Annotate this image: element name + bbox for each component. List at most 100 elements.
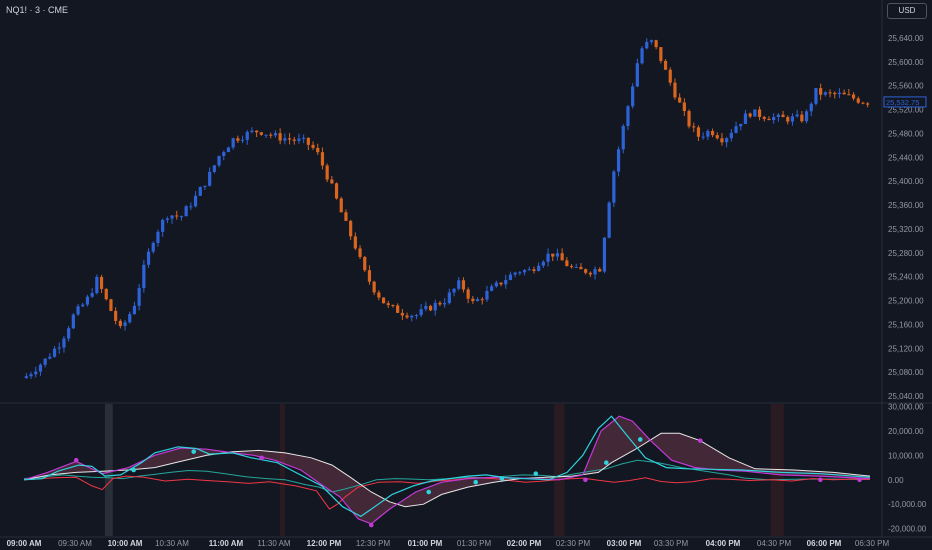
candle-body [396,305,400,313]
time-tick-label: 04:30 PM [757,539,792,548]
time-tick-label: 12:00 PM [307,539,342,548]
candle-body [588,272,592,275]
candle-body [475,299,480,302]
candle-body [786,117,790,122]
candle-body [635,63,639,87]
candle-body [560,253,564,261]
candle-body [170,215,174,219]
candle-body [428,305,433,311]
candle-body [814,88,818,104]
candle-body [504,280,508,285]
candle-body [410,315,414,318]
candle-body [325,165,329,180]
price-tick-label: 25,600.00 [888,58,924,67]
candle-body [720,138,724,143]
candle-body [494,282,498,287]
candle-body [118,320,122,327]
candle-body [743,113,748,124]
price-tick-label: 25,200.00 [888,297,924,306]
candle-body [316,147,320,153]
candle-body [184,206,188,217]
candle-body [461,280,466,290]
candle-body [541,261,545,266]
candle-body [668,69,672,83]
candle-body [866,103,870,105]
candle-body [353,236,357,249]
candle-body [349,220,353,237]
candle-body [363,256,367,271]
candle-body [457,280,461,289]
candle-body [654,40,658,48]
indicator-signal-dot [131,467,136,473]
indicator-signal-dot [259,455,264,461]
candle-body [109,299,113,311]
indicator-signal-dot [426,489,432,495]
candle-body [24,376,28,379]
candle-body [452,288,456,293]
indicator-signal-dot [73,457,79,463]
price-tick-label: 25,280.00 [888,249,924,258]
candle-body [189,206,193,208]
price-tick-label: 25,160.00 [888,320,924,329]
candle-body [433,302,437,311]
candle-body [626,106,630,127]
chart-root: 25,040.00 25,080.00 25,120.00 25,160.00 25,2… [0,0,932,550]
candle-body [757,109,762,118]
candle-body [856,98,860,103]
candle-body [259,132,263,135]
candle-body [377,292,381,298]
time-tick-label: 12:30 PM [356,539,391,548]
indicator-signal-dot [191,449,197,454]
candle-body [381,297,386,304]
candle-body [447,292,451,304]
candle-body [165,218,169,220]
candle-body [565,260,569,267]
candle-body [151,242,155,252]
indicator-signal-dot [637,437,643,442]
candle-body [847,94,851,96]
candle-body [137,288,141,306]
candle-body [438,302,442,305]
time-tick-label: 03:00 PM [607,539,642,548]
candle-body [602,237,607,272]
candle-body [649,40,654,42]
time-tick-label: 02:30 PM [556,539,591,548]
candle-body [701,136,705,138]
time-tick-label: 03:30 PM [654,539,689,548]
candle-body [739,123,743,127]
indicator-signal-dot [368,522,374,528]
candle-body [29,374,33,377]
candle-body [522,270,527,273]
candle-body [579,266,583,270]
candle-body [372,281,376,293]
candle-body [400,312,404,316]
candle-body [513,272,517,275]
candle-body [320,152,325,166]
candle-body [245,131,249,140]
candle-body [485,290,489,300]
candle-body [800,114,804,122]
candle-body [339,198,343,213]
symbol-label[interactable]: NQ1! · 3 · CME [6,5,68,15]
candle-body [687,111,691,127]
indicator-signal-dot [533,471,539,476]
candle-body [212,165,216,172]
indicator-tick-label: 30,000.00 [888,402,924,411]
currency-button[interactable]: USD [887,3,927,19]
candle-body [302,137,306,139]
candle-body [57,347,61,349]
candle-body [48,356,52,359]
candle-body [203,185,207,188]
candle-body [99,276,104,289]
indicator-signal-dot [857,477,862,483]
candle-body [43,358,47,365]
time-tick-label: 10:30 AM [155,539,189,548]
candle-body [823,92,827,95]
candle-body [193,195,198,207]
indicator-signal-dot [603,460,609,465]
candle-body [161,219,165,232]
candle-body [678,97,682,103]
candle-body [443,303,447,305]
chart-canvas[interactable]: 25,040.00 25,080.00 25,120.00 25,160.00 25,2… [0,0,932,550]
candle-body [621,126,625,150]
